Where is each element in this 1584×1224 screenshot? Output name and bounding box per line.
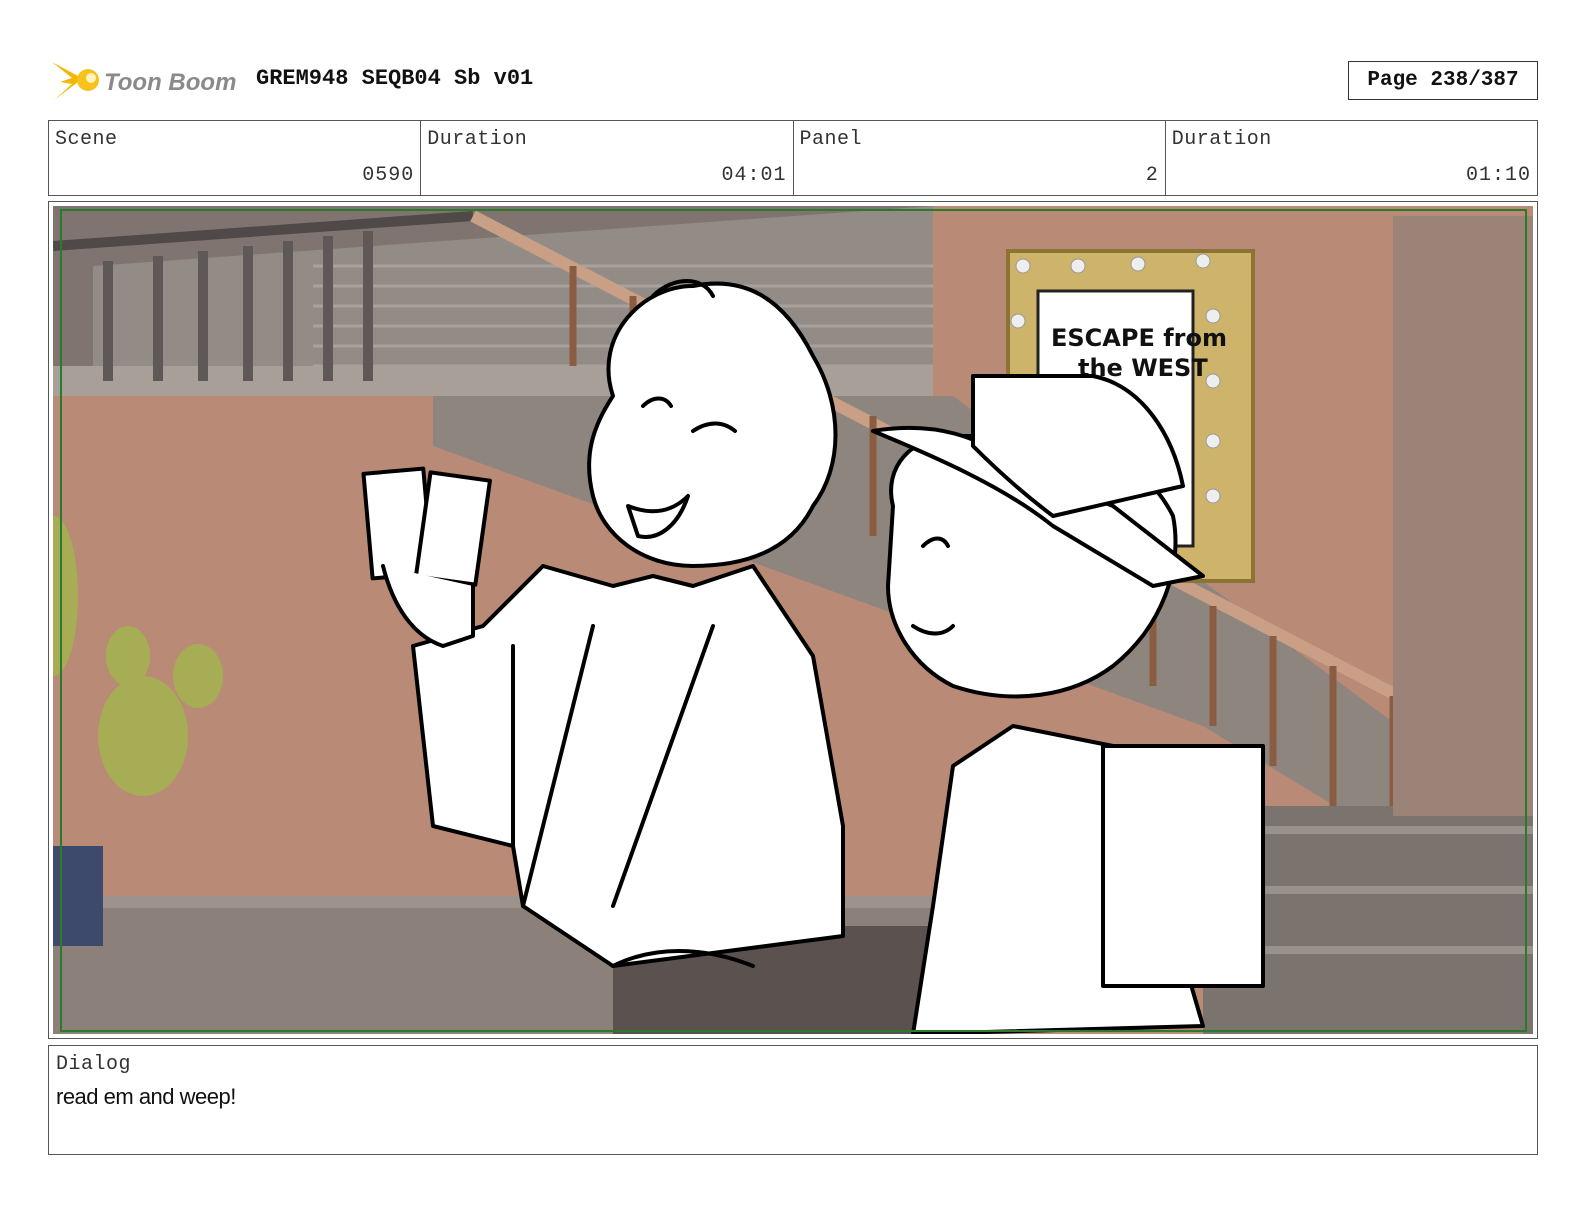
panel-value: 2 (1145, 164, 1159, 187)
document-title: GREM948 SEQB04 Sb v01 (256, 66, 534, 91)
panel-cell: Panel 2 (794, 121, 1166, 195)
panel-duration-cell: Duration 01:10 (1166, 121, 1537, 195)
scene-label: Scene (55, 128, 118, 151)
dialog-box: Dialog read em and weep! (48, 1045, 1538, 1155)
dialog-label: Dialog (56, 1053, 132, 1076)
page-number: Page 238/387 (1348, 61, 1538, 100)
poster-title-line1: ESCAPE from (1051, 324, 1227, 352)
scene-duration-cell: Duration 04:01 (421, 121, 794, 195)
scene-cell: Scene 0590 (49, 121, 422, 195)
scene-duration-label: Duration (427, 128, 528, 151)
toon-boom-logo: Toon Boom (50, 56, 240, 106)
dialog-text: read em and weep! (56, 1084, 236, 1109)
scene-duration-value: 04:01 (721, 164, 787, 187)
panel-info-row: Scene 0590 Duration 04:01 Panel 2 Durati… (48, 120, 1538, 196)
starburst-icon (52, 62, 99, 100)
panel-duration-label: Duration (1171, 128, 1272, 151)
panel-duration-value: 01:10 (1465, 164, 1531, 187)
wall-panel (1393, 216, 1533, 816)
logo-wordmark: Toon Boom (104, 69, 236, 96)
storyboard-panel-image: ESCAPE from the WEST (53, 206, 1533, 1034)
scene-value: 0590 (362, 164, 415, 187)
panel-label: Panel (799, 128, 863, 151)
